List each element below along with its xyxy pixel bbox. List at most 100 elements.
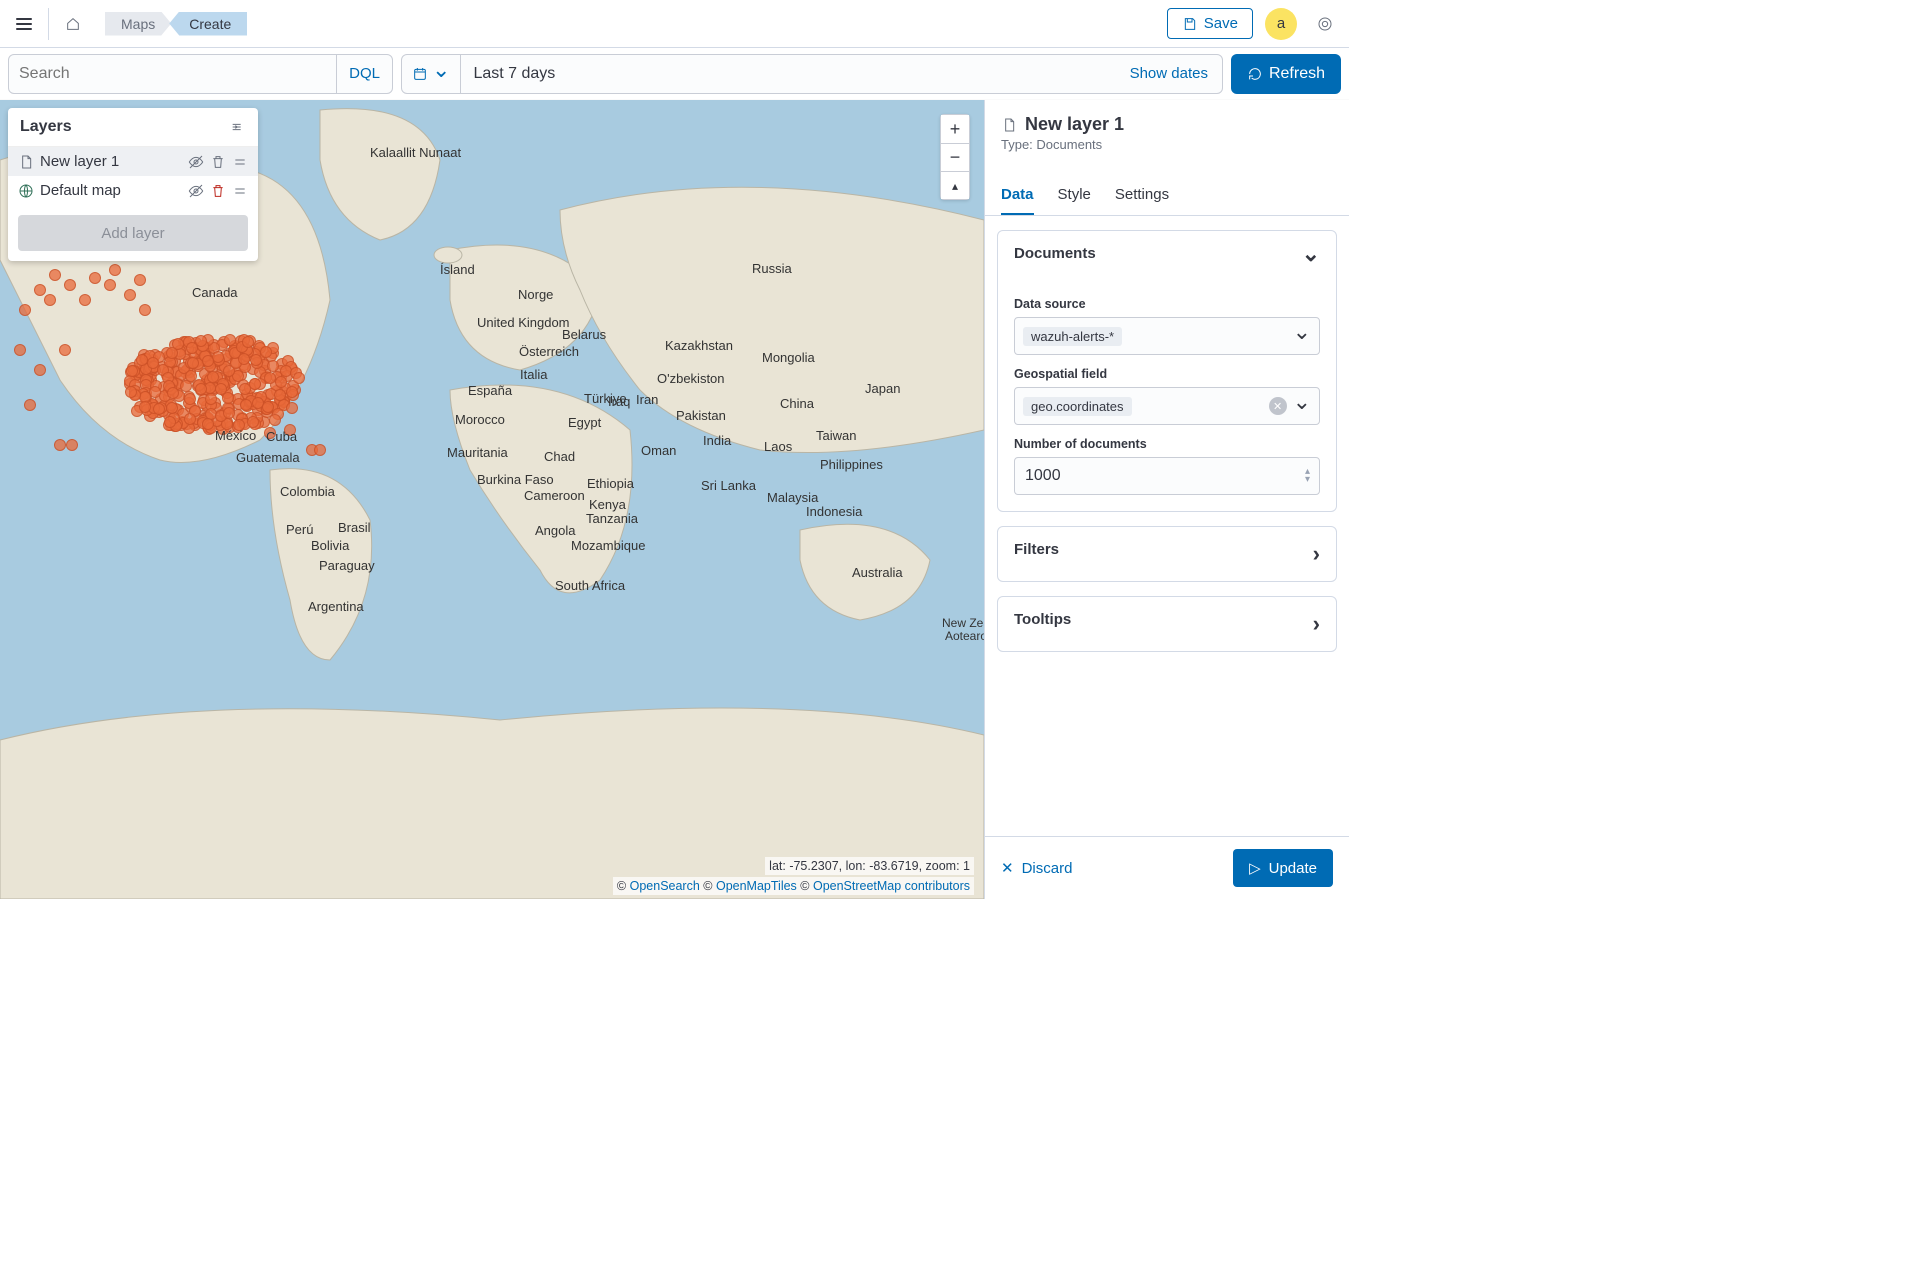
clear-icon[interactable]: ✕	[1269, 397, 1287, 415]
map-label: Tanzania	[586, 511, 638, 526]
stepper-icon[interactable]: ▴▾	[1305, 468, 1309, 484]
map-label: Indonesia	[806, 504, 862, 519]
data-source-select[interactable]: wazuh-alerts-*	[1014, 317, 1320, 355]
zoom-out-button[interactable]: −	[941, 143, 969, 171]
layer-row-new-layer-1[interactable]: New layer 1	[8, 147, 258, 176]
show-dates-button[interactable]: Show dates	[1116, 55, 1222, 93]
divider	[48, 8, 49, 40]
dql-toggle[interactable]: DQL	[336, 55, 392, 93]
date-range-picker[interactable]: Last 7 days Show dates	[401, 54, 1223, 94]
map-label: Japan	[865, 381, 900, 396]
attrib-opensearch[interactable]: OpenSearch	[630, 879, 700, 893]
data-source-label: Data source	[1014, 297, 1320, 311]
breadcrumb-maps[interactable]: Maps	[105, 12, 171, 36]
attrib-openmaptiles[interactable]: OpenMapTiles	[716, 879, 797, 893]
tab-style[interactable]: Style	[1058, 178, 1091, 215]
data-point	[44, 294, 56, 306]
map-label: Oman	[641, 443, 676, 458]
search-input[interactable]	[9, 55, 336, 93]
map-label: Aotearoa	[945, 629, 984, 643]
tab-settings[interactable]: Settings	[1115, 178, 1169, 215]
num-docs-input[interactable]: 1000 ▴▾	[1014, 457, 1320, 495]
panel-header: New layer 1 Type: Documents	[985, 100, 1349, 162]
layers-panel: Layers New layer 1 Default map	[8, 108, 258, 261]
data-point	[269, 414, 281, 426]
data-point	[166, 402, 178, 414]
map-label: Iran	[636, 392, 658, 407]
attrib-osm[interactable]: OpenStreetMap contributors	[813, 879, 970, 893]
visibility-icon[interactable]	[188, 154, 204, 170]
refresh-icon	[1247, 66, 1263, 82]
home-button[interactable]	[57, 8, 89, 40]
map-label: Italia	[520, 367, 547, 382]
map-label: Mauritania	[447, 445, 508, 460]
map-label: Kenya	[589, 497, 626, 512]
map-controls: + − ▴	[940, 114, 970, 200]
data-point	[14, 344, 26, 356]
data-point	[139, 304, 151, 316]
data-point	[293, 372, 305, 384]
map-label: Guatemala	[236, 450, 300, 465]
section-header[interactable]: Filters	[998, 527, 1336, 581]
help-button[interactable]	[1309, 8, 1341, 40]
reset-north-button[interactable]: ▴	[941, 171, 969, 199]
update-button[interactable]: ▷ Update	[1233, 849, 1333, 887]
section-header[interactable]: Tooltips	[998, 597, 1336, 651]
layer-config-panel: New layer 1 Type: Documents Data Style S…	[984, 100, 1349, 899]
map-label: New Zealand	[942, 616, 984, 630]
search-wrapper: DQL	[8, 54, 393, 94]
data-point	[34, 364, 46, 376]
data-point	[274, 389, 286, 401]
calendar-icon	[412, 66, 428, 82]
refresh-button[interactable]: Refresh	[1231, 54, 1341, 94]
layer-row-default-map[interactable]: Default map	[8, 176, 258, 205]
menu-icon	[16, 15, 32, 33]
section-title: Tooltips	[1014, 611, 1071, 637]
avatar[interactable]: a	[1265, 8, 1297, 40]
map-status: lat: -75.2307, lon: -83.6719, zoom: 1	[765, 857, 974, 875]
nav-toggle-button[interactable]	[8, 8, 40, 40]
collapse-icon[interactable]	[230, 119, 246, 135]
drag-icon[interactable]	[232, 183, 248, 199]
data-point	[195, 383, 207, 395]
map-label: Laos	[764, 439, 792, 454]
section-header[interactable]: Documents	[998, 231, 1336, 285]
map-label: Bolivia	[311, 538, 349, 553]
geo-field-label: Geospatial field	[1014, 367, 1320, 381]
discard-button[interactable]: ✕ Discard	[1001, 859, 1072, 877]
trash-icon[interactable]	[210, 154, 226, 170]
data-point	[260, 346, 272, 358]
data-point	[59, 344, 71, 356]
geo-field-select[interactable]: geo.coordinates ✕	[1014, 387, 1320, 425]
breadcrumb-create[interactable]: Create	[169, 12, 247, 36]
data-point	[240, 399, 252, 411]
layer-name: Default map	[40, 182, 182, 199]
map-label: Mozambique	[571, 538, 645, 553]
map-label: Norge	[518, 287, 553, 302]
close-icon: ✕	[1001, 859, 1014, 877]
update-label: Update	[1269, 860, 1317, 877]
calendar-button[interactable]	[402, 55, 461, 93]
map-label: Burkina Faso	[477, 472, 554, 487]
map-label: Australia	[852, 565, 903, 580]
map-label: Canada	[192, 285, 238, 300]
play-icon: ▷	[1249, 859, 1261, 877]
map-canvas[interactable]: Kalaallit NunaatÍslandCanadaNorgeUnited …	[0, 100, 984, 899]
save-button[interactable]: Save	[1167, 8, 1253, 39]
documents-section: Documents Data source wazuh-alerts-* Geo…	[997, 230, 1337, 512]
add-layer-button[interactable]: Add layer	[18, 215, 248, 251]
chevron-down-icon	[432, 61, 450, 87]
visibility-icon[interactable]	[188, 183, 204, 199]
map-label: Angola	[535, 523, 575, 538]
layer-name: New layer 1	[40, 153, 182, 170]
trash-icon[interactable]	[210, 183, 226, 199]
map-label: Egypt	[568, 415, 601, 430]
data-point	[275, 376, 287, 388]
data-point	[49, 269, 61, 281]
drag-icon[interactable]	[232, 154, 248, 170]
data-point	[124, 289, 136, 301]
map-label: Colombia	[280, 484, 335, 499]
tab-data[interactable]: Data	[1001, 178, 1034, 215]
zoom-in-button[interactable]: +	[941, 115, 969, 143]
map-label: Mongolia	[762, 350, 815, 365]
